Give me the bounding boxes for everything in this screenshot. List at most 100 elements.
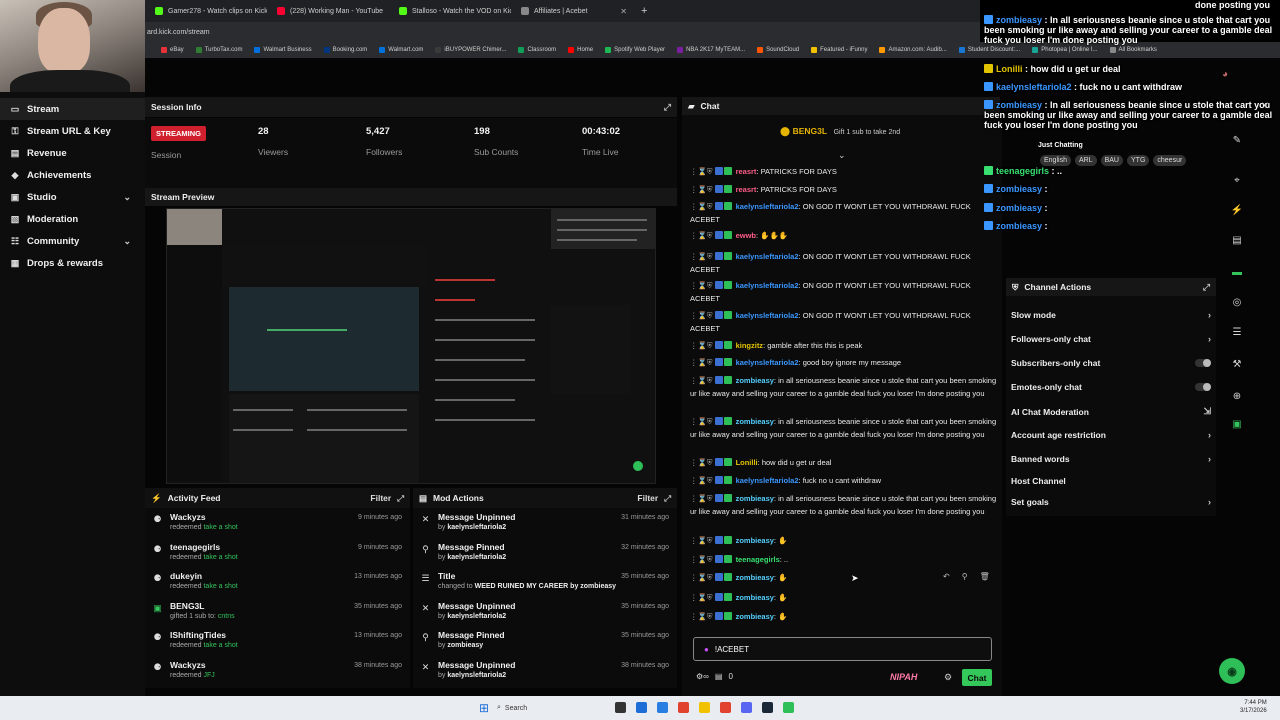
chat-message[interactable]: ⋮⌛⛨ zombieasy: ✋ [690, 535, 998, 548]
mod-tools-icon[interactable]: ⋮⌛⛨ [690, 593, 712, 602]
mod-tools-icon[interactable]: ⋮⌛⛨ [690, 555, 712, 564]
chat-input-value[interactable]: !ACEBET [715, 645, 749, 654]
bookmark-item[interactable]: iBUYPOWER Chimer... [435, 47, 506, 53]
chat-username[interactable]: kaelynsleftariola2 [736, 202, 799, 211]
chat-username[interactable]: zombieasy [736, 612, 774, 621]
mod-tools-icon[interactable]: ⋮⌛⛨ [690, 167, 712, 176]
broadcast-icon[interactable]: ◎ [1230, 296, 1244, 310]
chat-message[interactable]: ⋮⌛⛨ kaelynsleftariola2: good boy ignore … [690, 357, 998, 370]
bookmark-item[interactable]: Walmart.com [379, 47, 423, 53]
bookmark-item[interactable]: NBA 2K17 MyTEAM... [677, 47, 745, 53]
profile-icon[interactable]: ◕ [1218, 68, 1232, 82]
bookmark-item[interactable]: SoundCloud [757, 47, 799, 53]
discord-icon[interactable] [741, 702, 752, 713]
mod-tools-icon[interactable]: ⋮⌛⛨ [690, 458, 712, 467]
points-icon[interactable]: ▤ [715, 672, 723, 681]
close-icon[interactable]: ✕ [388, 7, 389, 16]
mod-tools-icon[interactable]: ⋮⌛⛨ [690, 476, 712, 485]
chat-username[interactable]: zombieasy [736, 536, 774, 545]
chat-message[interactable]: ⋮⌛⛨ teenagegirls: .. [690, 554, 998, 567]
chat-send-button[interactable]: Chat [962, 669, 992, 686]
chat-message[interactable]: ⋮⌛⛨ zombieasy: ✋ [690, 611, 998, 624]
mod-action-item[interactable]: ⚲ Message Pinned by zombieasy 35 minutes ag… [413, 626, 677, 656]
popout-icon[interactable]: ⤢ [397, 493, 404, 504]
chrome-icon[interactable] [678, 702, 689, 713]
chat-message[interactable]: ⋮⌛⛨ zombieasy: in all seriousness beanie… [690, 375, 998, 400]
mod-tools-icon[interactable]: ⋮⌛⛨ [690, 231, 712, 240]
chat-message[interactable]: ⋮⌛⛨ ewwb: ✋✋✋ [690, 230, 998, 243]
activity-item[interactable]: ▣ BENG3L gifted 1 sub to: cntns 35 minutes … [145, 597, 410, 627]
taskbar-clock[interactable]: 7:44 PM 3/17/2026 [1240, 699, 1267, 715]
chat-message[interactable]: ⋮⌛⛨ zombieasy: in all seriousness beanie… [690, 416, 998, 441]
edge-icon[interactable] [636, 702, 647, 713]
popout-icon[interactable]: ⤢ [664, 102, 671, 113]
sidebar-item-moderation[interactable]: ▧ Moderation [0, 208, 145, 230]
mod-tools-icon[interactable]: ⋮⌛⛨ [690, 185, 712, 194]
chevron-right-icon[interactable]: › [1208, 454, 1211, 464]
chat-username[interactable]: reasrt [736, 185, 757, 194]
chat-username[interactable]: zombieasy [736, 417, 774, 426]
bookmark-item[interactable]: Booking.com [323, 47, 367, 53]
chat-username[interactable]: Lonilli [736, 458, 758, 467]
popout-icon[interactable]: ⤢ [1203, 282, 1210, 293]
mod-action-item[interactable]: ✕ Message Unpinned by kaelynsleftariola2 31… [413, 508, 677, 538]
channel-action-banned-words[interactable]: Banned words › [1011, 454, 1211, 464]
chat-message[interactable]: ⋮⌛⛨ kingzitz: gamble after this this is … [690, 340, 998, 353]
mod-tools-icon[interactable]: ⋮⌛⛨ [690, 202, 712, 211]
chevron-right-icon[interactable]: › [1208, 430, 1211, 440]
bookmark-item[interactable]: Classroom [518, 47, 556, 53]
chat-username[interactable]: zombieasy [736, 573, 774, 582]
mod-tools-icon[interactable]: ⋮⌛⛨ [690, 252, 712, 261]
bookmark-item[interactable]: eBay [161, 47, 184, 53]
browser-tab[interactable]: (228) Working Man - YouTube ✕ [271, 2, 389, 20]
chat-username[interactable]: teenagegirls [736, 555, 780, 564]
chat-username[interactable]: zombieasy [736, 494, 774, 503]
toggle-switch[interactable] [1195, 359, 1211, 367]
close-icon[interactable]: ✕ [620, 7, 627, 16]
gear-icon[interactable]: ⚙ [944, 672, 952, 683]
chevron-right-icon[interactable]: › [1208, 310, 1211, 320]
channel-action-followers-only-chat[interactable]: Followers-only chat › [1011, 334, 1211, 344]
green-chat-fab[interactable]: ◉ [1219, 658, 1245, 684]
activity-item[interactable]: ⚈ teenagegirls redeemed take a shot 9 minut… [145, 538, 410, 568]
channel-action-account-age-restriction[interactable]: Account age restriction › [1011, 430, 1211, 440]
activity-item[interactable]: ⚈ Wackyzs redeemed take a shot 9 minutes ag… [145, 508, 410, 538]
mod-tools-icon[interactable]: ⋮⌛⛨ [690, 376, 712, 385]
activity-item[interactable]: ⚈ IShiftingTides redeemed take a shot 13 mi… [145, 626, 410, 656]
mod-tools-icon[interactable]: ⋮⌛⛨ [690, 358, 712, 367]
chat-username[interactable]: ewwb [736, 231, 756, 240]
layers-icon[interactable]: ☰ [1230, 326, 1244, 340]
address-bar[interactable]: ard.kick.com/stream [145, 22, 980, 42]
windows-start-icon[interactable]: ⊞ [479, 701, 489, 715]
channel-action-ai-chat-moderation[interactable]: AI Chat Moderation ⇲ [1011, 406, 1211, 417]
chat-username[interactable]: kaelynsleftariola2 [736, 311, 799, 320]
mod-tools-icon[interactable]: ⋮⌛⛨ [690, 341, 712, 350]
target-icon[interactable]: ⌖ [1230, 174, 1244, 188]
mod-tools-icon[interactable]: ⋮⌛⛨ [690, 536, 712, 545]
explorer-icon[interactable] [699, 702, 710, 713]
chevron-right-icon[interactable]: › [1208, 497, 1211, 507]
chat-username[interactable]: kaelynsleftariola2 [736, 252, 799, 261]
activity-filter-button[interactable]: Filter [370, 493, 391, 503]
wrench-icon[interactable]: ⚒ [1230, 358, 1244, 372]
pinned-gift-banner[interactable]: ⬤ BENG3L Gift 1 sub to take 2nd ⌄ [780, 126, 940, 160]
sidebar-item-achievements[interactable]: ◆ Achievements [0, 164, 145, 186]
mod-tools-icon[interactable]: ⋮⌛⛨ [690, 311, 712, 320]
bookmark-item[interactable]: Home [568, 47, 593, 53]
sidebar-item-stream-url-key[interactable]: ⚿ Stream URL & Key [0, 120, 145, 142]
chat-bubble-icon[interactable]: ▬ [1230, 266, 1244, 280]
sidebar-item-drops-rewards[interactable]: ▦ Drops & rewards [0, 252, 145, 274]
chat-message[interactable]: ⋮⌛⛨ zombieasy: ✋ [690, 592, 998, 605]
store-icon[interactable] [657, 702, 668, 713]
sidebar-item-stream[interactable]: ▭ Stream [0, 98, 145, 120]
chat-input[interactable]: ● !ACEBET [693, 637, 992, 661]
pin-icon[interactable]: ⚲ [962, 572, 968, 581]
channel-action-set-goals[interactable]: Set goals › [1011, 497, 1211, 507]
channel-action-host-channel[interactable]: Host Channel [1011, 476, 1211, 486]
chat-message[interactable]: ⋮⌛⛨ kaelynsleftariola2: fuck no u cant w… [690, 475, 998, 488]
external-link-icon[interactable]: ⇲ [1203, 406, 1211, 417]
chat-username[interactable]: kaelynsleftariola2 [736, 476, 799, 485]
chat-message[interactable]: ⋮⌛⛨ kaelynsleftariola2: ON GOD IT WONT L… [690, 280, 998, 305]
chat-message[interactable]: ⋮⌛⛨ kaelynsleftariola2: ON GOD IT WONT L… [690, 251, 998, 276]
mod-tools-icon[interactable]: ⋮⌛⛨ [690, 417, 712, 426]
